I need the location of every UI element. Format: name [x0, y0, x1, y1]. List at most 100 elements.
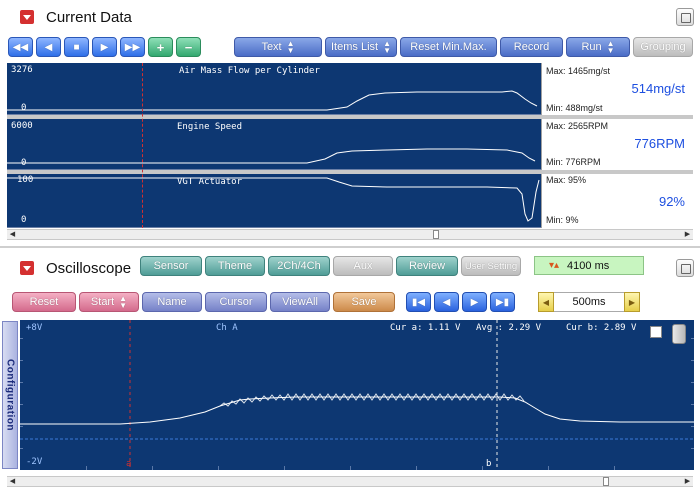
oscilloscope-restore-icon[interactable] [676, 259, 694, 277]
graph-side-vgt-actuator: Max: 95% 92% Min: 9% [541, 174, 693, 228]
graph-engine-speed: 6000 0 Engine Speed [7, 119, 541, 170]
current-data-cursor[interactable] [142, 63, 143, 228]
scope-vertical-scroll-icon[interactable] [672, 324, 686, 344]
graph-current-value: 776RPM [634, 136, 685, 151]
items-list-button[interactable]: Items List ▲ ▼ [325, 37, 397, 57]
name-button[interactable]: Name [142, 292, 202, 312]
scope-channel-label: Ch A [216, 323, 238, 333]
start-label: Start [90, 296, 115, 308]
view-mode-select[interactable]: Text ▲ ▼ [234, 37, 322, 57]
graph-min: Min: 9% [546, 215, 579, 225]
app-window: Current Data ◀◀ ◀ ■ ▶ ▶▶ + − Text ▲ ▼ Ite… [0, 0, 700, 496]
scroll-right-icon[interactable]: ▶ [682, 477, 693, 486]
time-icon: ▾▴ [549, 260, 560, 271]
scope-next-button[interactable]: ▶ [462, 292, 487, 312]
fast-forward-icon: ▶▶ [124, 41, 141, 53]
start-select[interactable]: Start ▲ ▼ [79, 292, 139, 312]
fast-rewind-icon: ◀◀ [12, 41, 29, 53]
configuration-tab[interactable]: Configuration [2, 321, 18, 469]
spinner-icon: ▲ ▼ [383, 39, 391, 55]
play-icon: ▶ [100, 41, 109, 53]
reset-button[interactable]: Reset [12, 292, 76, 312]
configuration-label: Configuration [4, 358, 16, 432]
scroll-left-icon[interactable]: ◀ [7, 477, 18, 486]
run-label: Run [581, 41, 602, 53]
reset-minmax-button[interactable]: Reset Min.Max. [400, 37, 497, 57]
current-data-scrollbar[interactable]: ◀ ▶ [7, 229, 693, 240]
grouping-button[interactable]: Grouping [633, 37, 693, 57]
time-display-value: 4100 ms [567, 259, 610, 272]
scope-first-button[interactable]: ▮◀ [406, 292, 431, 312]
items-list-label: Items List [331, 41, 379, 53]
fast-rewind-button[interactable]: ◀◀ [8, 37, 33, 57]
tab-sensor[interactable]: Sensor [140, 256, 202, 276]
step-back-icon: ◀ [442, 296, 451, 308]
time-display: ▾▴ 4100 ms [534, 256, 644, 275]
current-data-collapse-icon[interactable] [20, 10, 34, 24]
view-mode-label: Text [261, 41, 282, 53]
step-forward-icon: ▶ [470, 296, 479, 308]
spinner-icon: ▲ ▼ [119, 294, 128, 310]
save-button[interactable]: Save [333, 292, 395, 312]
graph-min: Min: 488mg/st [546, 103, 603, 113]
tab-user-setting[interactable]: User Setting [461, 256, 521, 276]
step-back-button[interactable]: ◀ [36, 37, 61, 57]
plus-icon: + [156, 39, 165, 55]
graph-vgt-actuator: 100 0 VGT Actuator [7, 174, 541, 228]
graph-trace [7, 90, 538, 111]
tab-review[interactable]: Review [396, 256, 458, 276]
cursor-a-marker[interactable]: a [126, 459, 131, 469]
scope-cursor-a-readout: Cur a: 1.11 V [390, 323, 461, 333]
scroll-thumb[interactable] [603, 477, 609, 486]
graph-trace [7, 148, 536, 164]
current-data-restore-icon[interactable] [676, 8, 694, 26]
scope-average-readout: Avg : 2.29 V [476, 323, 542, 333]
play-button[interactable]: ▶ [92, 37, 117, 57]
time-div-increase-icon[interactable]: ▶ [624, 292, 640, 312]
graph-side-air-mass: Max: 1465mg/st 514mg/st Min: 488mg/st [541, 63, 693, 115]
scope-cursor-b-readout: Cur b: 2.89 V [566, 323, 637, 333]
scope-bottom-voltage: -2V [26, 457, 43, 467]
oscilloscope-scrollbar[interactable]: ◀ ▶ [7, 476, 693, 487]
graph-max: Max: 1465mg/st [546, 66, 611, 76]
graph-max: Max: 2565RPM [546, 121, 609, 131]
panel-divider [0, 246, 700, 248]
graph-current-value: 514mg/st [631, 81, 685, 96]
scroll-right-icon[interactable]: ▶ [682, 230, 693, 239]
scope-trace [20, 396, 694, 425]
spinner-icon: ▲ ▼ [286, 39, 295, 55]
current-data-header: Current Data [0, 4, 700, 30]
stop-button[interactable]: ■ [64, 37, 89, 57]
graph-trace [7, 177, 540, 222]
zoom-out-button[interactable]: − [176, 37, 201, 57]
scroll-left-icon[interactable]: ◀ [7, 230, 18, 239]
spinner-icon: ▲ ▼ [606, 39, 615, 55]
view-all-button[interactable]: ViewAll [270, 292, 330, 312]
oscilloscope-title: Oscilloscope [46, 259, 132, 277]
stop-icon: ■ [73, 41, 80, 53]
scope-option-checkbox[interactable] [650, 326, 662, 338]
graph-min: Min: 776RPM [546, 157, 601, 167]
skip-forward-icon: ▶▮ [495, 296, 510, 308]
minus-icon: − [184, 39, 193, 55]
record-button[interactable]: Record [500, 37, 563, 57]
tab-channels[interactable]: 2Ch/4Ch [268, 256, 330, 276]
tab-theme[interactable]: Theme [205, 256, 265, 276]
cursor-b-marker[interactable]: b [486, 459, 491, 469]
time-div-decrease-icon[interactable]: ◀ [538, 292, 554, 312]
scope-last-button[interactable]: ▶▮ [490, 292, 515, 312]
graph-current-value: 92% [658, 194, 685, 209]
scope-prev-button[interactable]: ◀ [434, 292, 459, 312]
time-div-stepper: ◀ 500ms ▶ [538, 292, 640, 312]
tab-aux[interactable]: Aux [333, 256, 393, 276]
current-data-title: Current Data [46, 8, 132, 26]
scroll-thumb[interactable] [433, 230, 439, 239]
graph-max: Max: 95% [546, 175, 587, 185]
zoom-in-button[interactable]: + [148, 37, 173, 57]
time-div-value[interactable]: 500ms [554, 292, 624, 312]
run-select[interactable]: Run ▲ ▼ [566, 37, 630, 57]
cursor-button[interactable]: Cursor [205, 292, 267, 312]
graph-air-mass: 3276 0 Air Mass Flow per Cylinder [7, 63, 541, 115]
fast-forward-button[interactable]: ▶▶ [120, 37, 145, 57]
oscilloscope-collapse-icon[interactable] [20, 261, 34, 275]
